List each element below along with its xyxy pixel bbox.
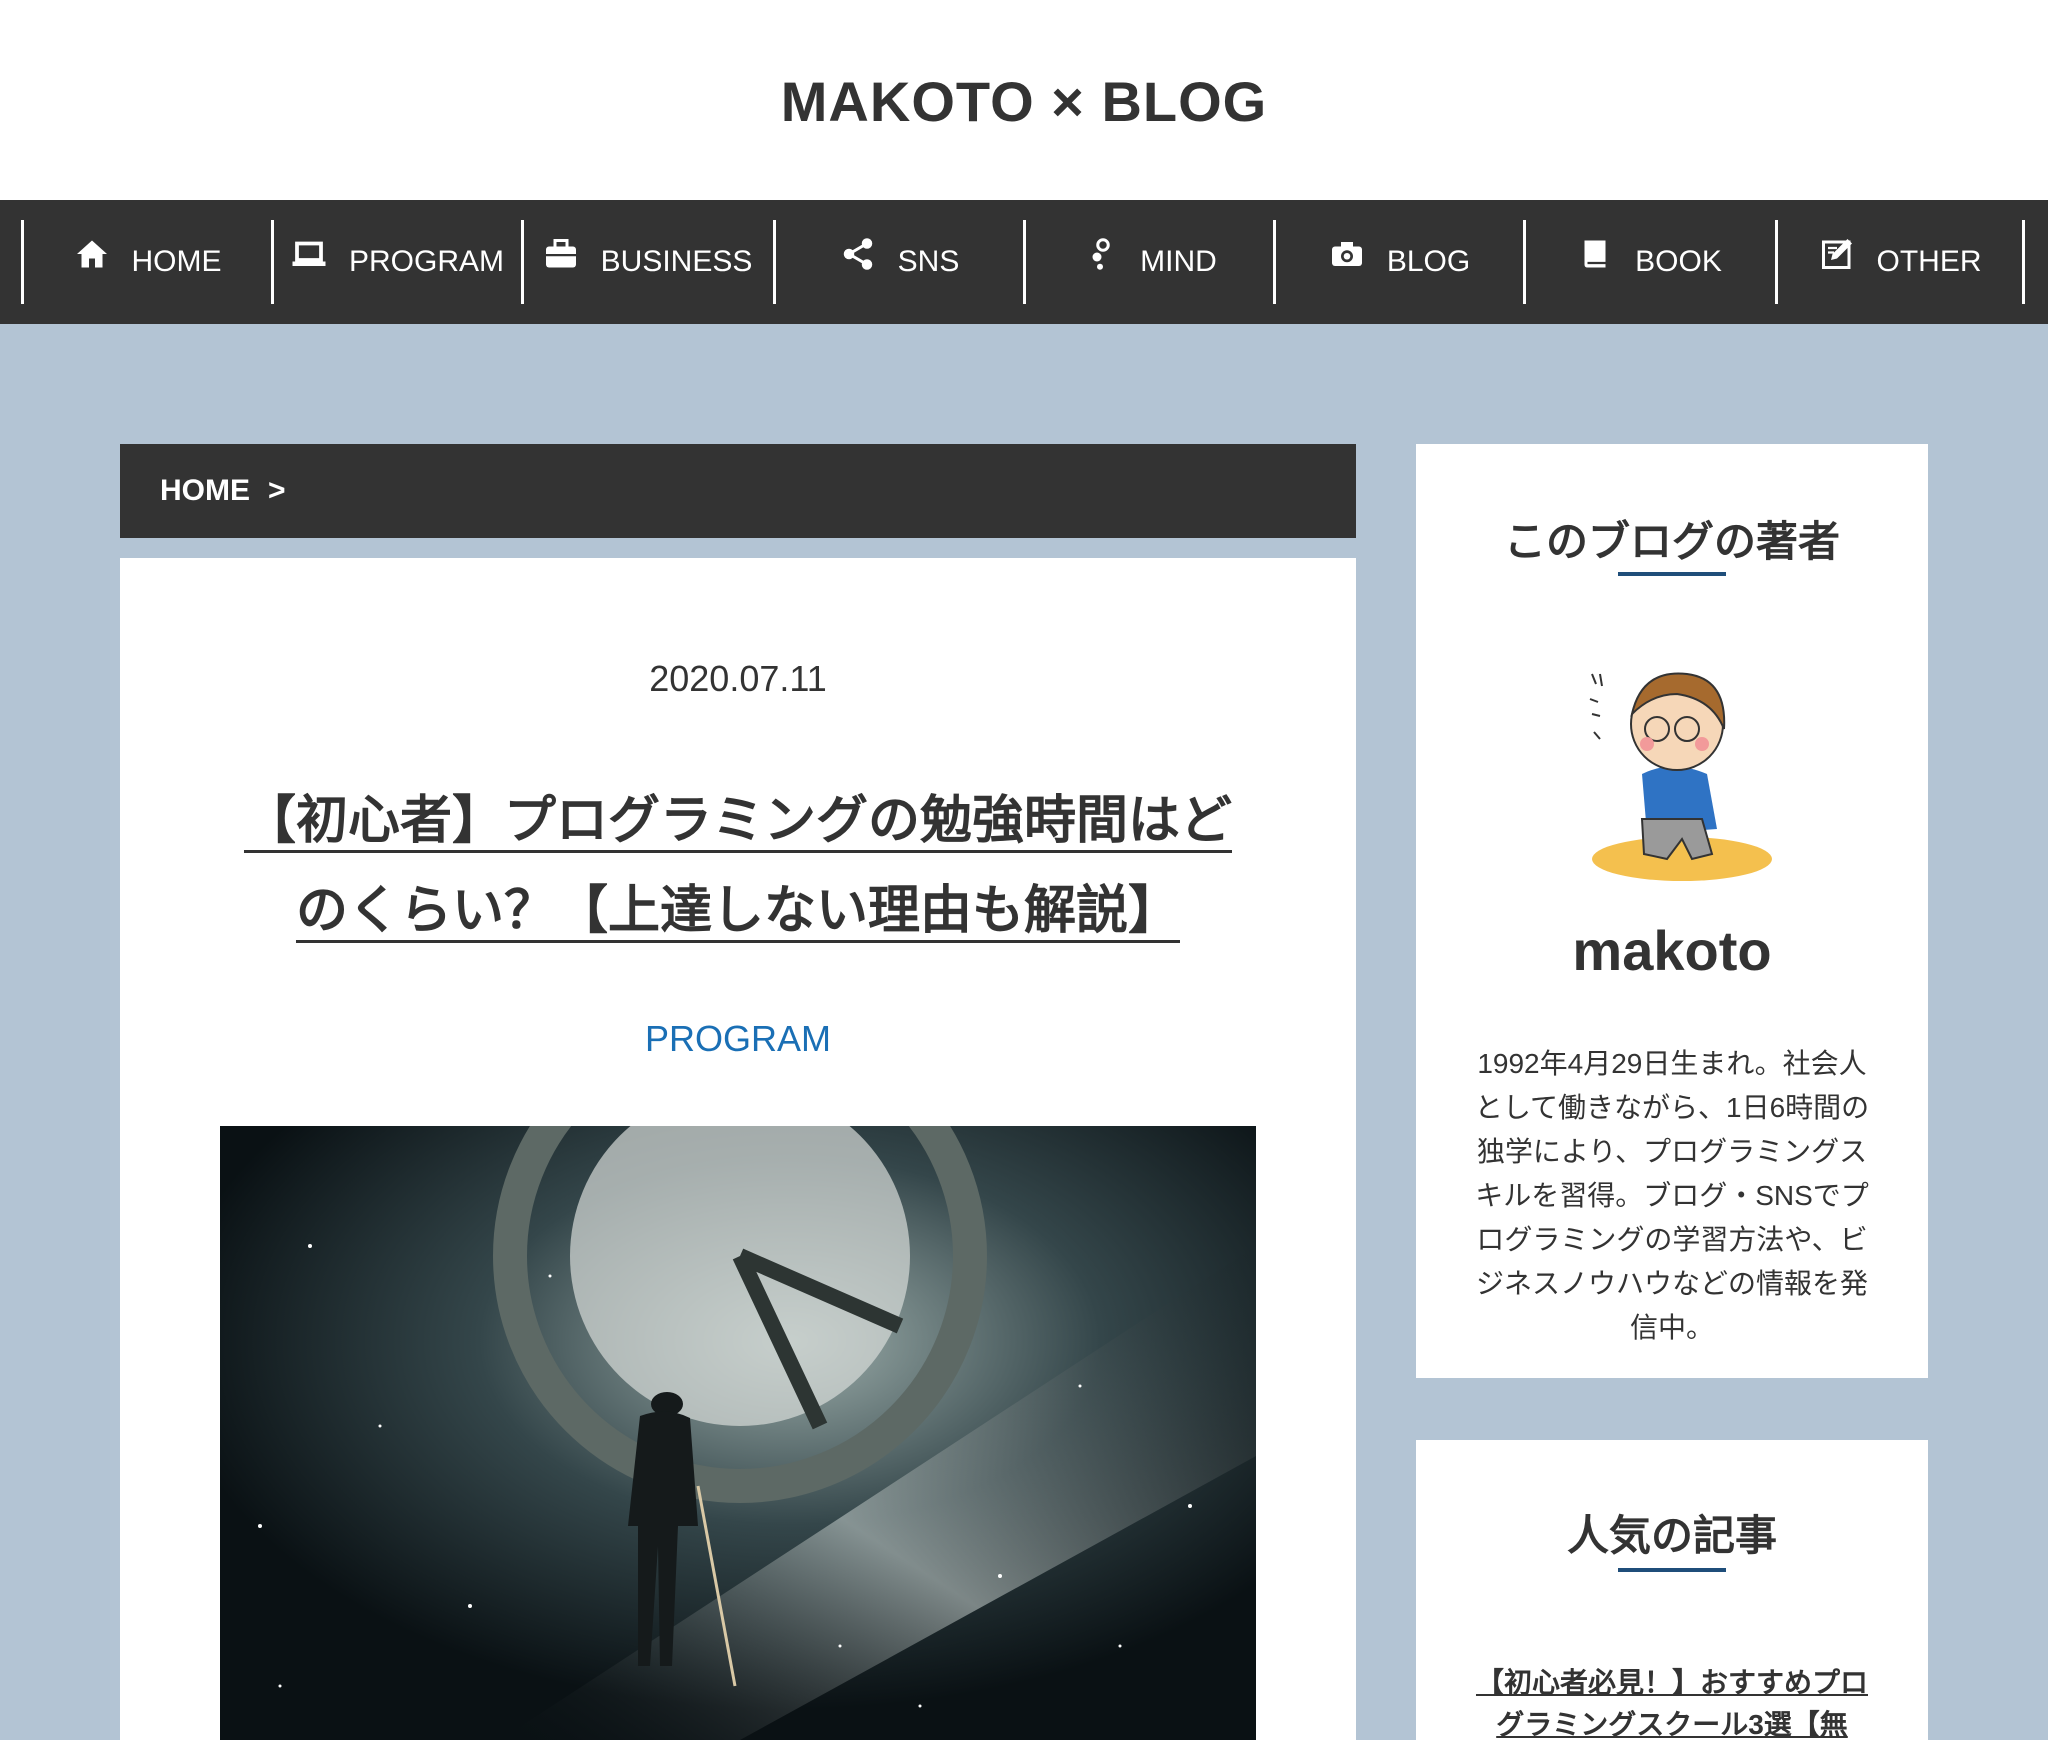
profile-bio: 1992年4月29日生まれ。社会人として働きながら、1日6時間の独学により、プロ… — [1474, 1048, 1870, 1343]
briefcase-icon — [543, 236, 579, 272]
nav-item-blog[interactable]: BLOG — [1273, 220, 1523, 304]
article-card: 2020.07.11 【初心者】プログラミングの勉強時間はど のくらい？【上達しな… — [120, 558, 1356, 1740]
nav-item-sns[interactable]: SNS — [773, 220, 1023, 304]
nav-item-business[interactable]: BUSINESS — [521, 220, 771, 304]
post-date: 2020.07.11 — [649, 658, 827, 699]
nav-item-program[interactable]: PROGRAM — [271, 220, 521, 304]
book-icon — [1577, 236, 1613, 272]
nav-item-mind[interactable]: MIND — [1023, 220, 1273, 304]
profile-widget-heading: このブログの著者 — [1503, 518, 1840, 565]
post-title: 【初心者】プログラミングの勉強時間はど のくらい？【上達しない理由も解説】 — [220, 776, 1256, 956]
breadcrumb-home-link[interactable]: HOME — [160, 474, 250, 508]
nav-item-label: BLOG — [1386, 245, 1471, 278]
post-title-line-2: のくらい？【上達しない理由も解説】 — [295, 882, 1180, 940]
popular-articles-widget: 人気の記事 【初心者必見！】おすすめプログラミングスクール3選【無 — [1416, 1440, 1928, 1740]
nav-item-label: MIND — [1140, 245, 1217, 278]
nav-item-label: HOME — [131, 245, 222, 278]
laptop-icon — [291, 236, 327, 272]
site-title[interactable]: MAKOTO × BLOG — [0, 62, 2048, 142]
camera-icon — [1329, 236, 1365, 272]
post-title-line-1: 【初心者】プログラミングの勉強時間はど — [243, 792, 1232, 850]
nav-item-other[interactable]: OTHER — [1775, 220, 2025, 304]
breadcrumb: HOME > — [120, 444, 1356, 538]
breadcrumb-separator: > — [268, 474, 286, 507]
popular-widget-heading: 人気の記事 — [1566, 1512, 1777, 1559]
global-nav: HOME PROGRAM BUSINESS SNS MIND BLOG BOOK… — [0, 200, 2048, 324]
mind-icon — [1082, 236, 1118, 272]
nav-item-home[interactable]: HOME — [21, 220, 271, 304]
site-header: MAKOTO × BLOG — [0, 0, 2048, 200]
nav-item-label: BOOK — [1635, 245, 1722, 278]
nav-item-book[interactable]: BOOK — [1523, 220, 1773, 304]
heading-underline — [1618, 1568, 1726, 1572]
eyecatch-illustration — [220, 1126, 1256, 1740]
nav-item-label: OTHER — [1876, 245, 1982, 278]
home-icon — [74, 236, 110, 272]
post-category-link[interactable]: PROGRAM — [120, 1018, 1356, 1060]
nav-item-label: BUSINESS — [600, 245, 753, 278]
nav-item-label: PROGRAM — [348, 245, 504, 278]
post-title-link[interactable]: 【初心者】プログラミングの勉強時間はど のくらい？【上達しない理由も解説】 — [244, 792, 1232, 940]
avatar — [1572, 644, 1772, 894]
nav-item-label: SNS — [897, 245, 960, 278]
share-icon — [840, 236, 876, 272]
edit-icon — [1819, 236, 1855, 272]
profile-widget: このブログの著者 makoto 1992年4月29日生まれ。社会人として働きなが… — [1416, 444, 1928, 1378]
popular-article-link[interactable]: 【初心者必見！】おすすめプログラミングスクール3選【無 — [1472, 1662, 1872, 1740]
profile-name: makoto — [1572, 919, 1772, 982]
eyecatch-image — [220, 1126, 1256, 1740]
heading-underline — [1618, 572, 1726, 576]
